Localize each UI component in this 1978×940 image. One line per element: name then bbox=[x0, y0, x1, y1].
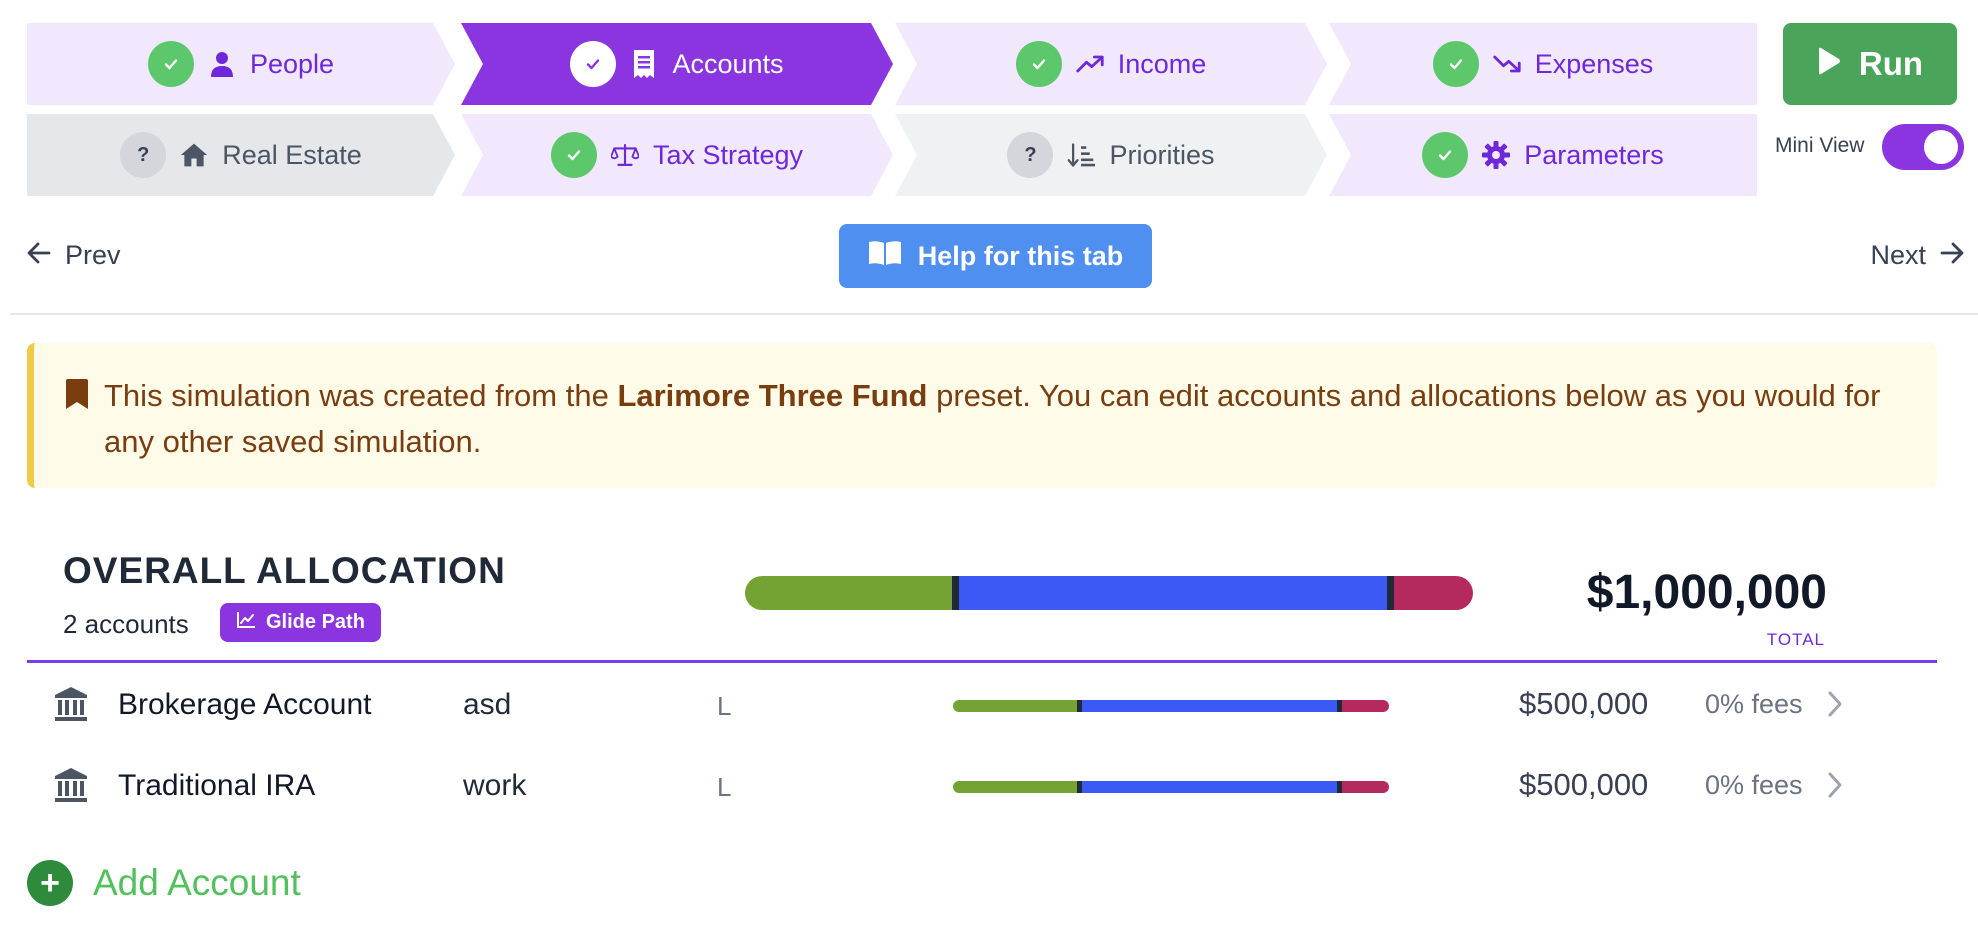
allocation-separator bbox=[1387, 576, 1395, 610]
check-icon bbox=[570, 41, 616, 87]
check-icon bbox=[1432, 41, 1479, 87]
chart-line-icon bbox=[236, 611, 256, 635]
allocation-divider bbox=[27, 660, 1937, 663]
step-real-estate[interactable]: ? Real Estate bbox=[27, 114, 455, 196]
step-label: Accounts bbox=[672, 48, 784, 79]
total-label: TOTAL bbox=[1766, 630, 1825, 649]
allocation-segment bbox=[1394, 576, 1473, 610]
gear-icon bbox=[1482, 141, 1511, 169]
allocation-segment bbox=[1342, 700, 1389, 712]
book-open-icon bbox=[868, 240, 902, 273]
bank-icon bbox=[54, 686, 88, 727]
preset-notice: This simulation was created from the Lar… bbox=[27, 343, 1937, 488]
chevron-right-icon[interactable] bbox=[1827, 690, 1843, 723]
help-button[interactable]: Help for this tab bbox=[839, 224, 1152, 288]
prev-label: Prev bbox=[65, 240, 121, 270]
run-button[interactable]: Run bbox=[1783, 23, 1957, 105]
step-people[interactable]: People bbox=[27, 23, 455, 105]
check-icon bbox=[1422, 132, 1469, 178]
step-priorities[interactable]: ? Priorities bbox=[895, 114, 1327, 196]
account-fees: 0% fees bbox=[1705, 689, 1803, 719]
scale-icon bbox=[611, 141, 639, 169]
play-icon bbox=[1817, 45, 1841, 83]
account-allocation-bar bbox=[953, 700, 1389, 712]
prev-button[interactable]: Prev bbox=[27, 240, 121, 271]
arrow-right-icon bbox=[1940, 240, 1964, 271]
notice-preset-name: Larimore Three Fund bbox=[617, 378, 928, 413]
step-label: Expenses bbox=[1534, 48, 1654, 79]
user-icon bbox=[208, 50, 236, 78]
account-tag: asd bbox=[463, 688, 512, 721]
check-icon bbox=[1016, 41, 1062, 87]
allocation-segment bbox=[1342, 781, 1389, 793]
account-name: Brokerage Account bbox=[118, 688, 372, 721]
step-label: Income bbox=[1117, 48, 1207, 79]
trending-up-icon bbox=[1076, 50, 1104, 78]
glide-path-button[interactable]: Glide Path bbox=[220, 603, 381, 642]
trending-down-icon bbox=[1493, 50, 1521, 78]
step-label: Parameters bbox=[1524, 139, 1664, 170]
bookmark-icon bbox=[66, 376, 88, 422]
add-account-button[interactable]: + Add Account bbox=[27, 860, 301, 906]
allocation-segment bbox=[953, 700, 1077, 712]
allocation-title: OVERALL ALLOCATION bbox=[63, 550, 506, 591]
allocation-segment bbox=[959, 576, 1388, 610]
account-tag: work bbox=[463, 769, 527, 802]
glide-path-label: Glide Path bbox=[266, 611, 365, 633]
allocation-segment bbox=[953, 781, 1077, 793]
check-icon bbox=[551, 132, 597, 178]
check-icon bbox=[148, 41, 194, 87]
chevron-right-icon[interactable] bbox=[1827, 771, 1843, 804]
mini-view-toggle[interactable] bbox=[1882, 124, 1964, 170]
account-owner-letter: L bbox=[717, 691, 732, 721]
account-name: Traditional IRA bbox=[118, 769, 316, 802]
account-row[interactable]: Brokerage Account asd L $500,000 0% fees bbox=[27, 666, 1937, 746]
notice-text-prefix: This simulation was created from the bbox=[104, 378, 618, 413]
account-allocation-bar bbox=[953, 781, 1389, 793]
help-label: Help for this tab bbox=[917, 240, 1124, 271]
account-amount: $500,000 bbox=[1519, 686, 1649, 721]
allocation-segment bbox=[1081, 781, 1338, 793]
sort-icon bbox=[1067, 141, 1095, 169]
plus-icon: + bbox=[27, 860, 73, 906]
step-expenses[interactable]: Expenses bbox=[1329, 23, 1757, 105]
arrow-left-icon bbox=[27, 240, 51, 271]
account-fees: 0% fees bbox=[1705, 770, 1803, 800]
account-owner-letter: L bbox=[717, 772, 732, 802]
step-tax-strategy[interactable]: Tax Strategy bbox=[461, 114, 893, 196]
next-button[interactable]: Next bbox=[1870, 240, 1964, 271]
next-label: Next bbox=[1870, 240, 1926, 270]
step-label: Tax Strategy bbox=[652, 139, 804, 170]
allocation-segment bbox=[1081, 700, 1338, 712]
step-parameters[interactable]: Parameters bbox=[1329, 114, 1757, 196]
bank-icon bbox=[54, 767, 88, 808]
receipt-icon bbox=[630, 50, 658, 78]
divider bbox=[10, 313, 1978, 315]
home-icon bbox=[180, 141, 208, 169]
step-label: Priorities bbox=[1109, 139, 1215, 170]
account-amount: $500,000 bbox=[1519, 767, 1649, 802]
toggle-knob bbox=[1924, 130, 1958, 164]
step-label: Real Estate bbox=[222, 139, 362, 170]
run-label: Run bbox=[1858, 45, 1924, 82]
add-account-label: Add Account bbox=[93, 862, 301, 903]
allocation-segment bbox=[745, 576, 953, 610]
account-row[interactable]: Traditional IRA work L $500,000 0% fees bbox=[27, 747, 1937, 827]
question-icon: ? bbox=[120, 132, 166, 178]
mini-view-label: Mini View bbox=[1775, 134, 1865, 157]
total-value: $1,000,000 bbox=[1586, 566, 1827, 619]
step-accounts[interactable]: Accounts bbox=[461, 23, 893, 105]
step-label: People bbox=[249, 48, 335, 79]
account-count: 2 accounts bbox=[63, 609, 189, 639]
overall-allocation-bar bbox=[745, 576, 1473, 610]
allocation-separator bbox=[952, 576, 960, 610]
question-icon: ? bbox=[1007, 132, 1053, 178]
step-income[interactable]: Income bbox=[895, 23, 1327, 105]
